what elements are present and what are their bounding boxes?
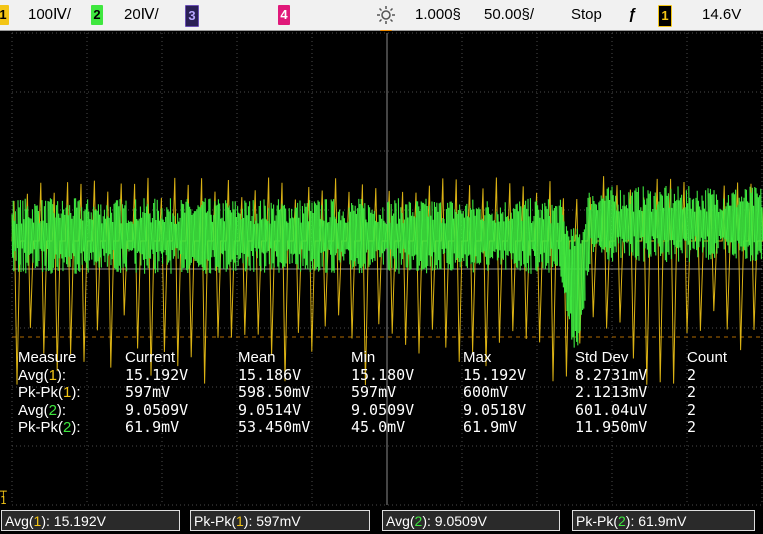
measure-value: 15.186V — [238, 365, 302, 384]
status-bar: 1 100Ⅳ/ 2 20Ⅳ/ 3 4 1.000§ 50.00§/ Stop ƒ… — [0, 0, 763, 31]
readout-value: ): 9.0509V — [422, 513, 487, 529]
channel-1-badge[interactable]: 1 — [0, 5, 9, 25]
trigger-source-badge[interactable]: 1 — [658, 5, 672, 27]
measure-value: 11.950mV — [575, 418, 648, 436]
channel-3-badge[interactable]: 3 — [185, 5, 199, 27]
measure-row-label[interactable]: Pk-Pk(2): — [18, 419, 81, 436]
measure-value: 15.192V — [463, 365, 527, 384]
measure-value: 8.2731mV — [575, 365, 648, 384]
measure-header: Mean — [238, 349, 276, 366]
measure-value: 53.450mV — [238, 418, 311, 436]
measure-value: 2 — [687, 418, 697, 436]
measure-value: 2.1213mV — [575, 383, 648, 401]
measurement-readout[interactable]: Avg(1): 15.192V — [1, 510, 180, 531]
label-prefix: Avg( — [18, 366, 49, 384]
measure-value: 45.0mV — [351, 418, 406, 436]
measurement-bar: Avg(1): 15.192V Pk-Pk(1): 597mV Avg(2): 9.… — [0, 508, 763, 534]
channel-1-scale[interactable]: 100Ⅳ/ — [28, 0, 71, 30]
sun-icon — [377, 6, 395, 24]
measure-value: 2 — [687, 383, 697, 401]
label-suffix: ): — [56, 401, 67, 419]
channel-4-badge[interactable]: 4 — [278, 5, 290, 25]
label-prefix: Avg( — [18, 401, 49, 419]
measure-value: 597mV — [125, 383, 171, 401]
label-prefix: Pk-Pk( — [18, 384, 63, 401]
measurement-readout[interactable]: Pk-Pk(1): 597mV — [190, 510, 370, 531]
label-channel: 1 — [48, 366, 57, 384]
measure-value: 2 — [687, 400, 697, 419]
label-suffix: ): — [71, 419, 81, 436]
readout-prefix: Avg( — [386, 513, 415, 529]
measure-value: 9.0509V — [125, 400, 189, 419]
measure-value: 597mV — [351, 383, 397, 401]
measure-value: 9.0518V — [463, 400, 527, 419]
measure-value: 15.180V — [351, 365, 415, 384]
label-suffix: ): — [56, 366, 67, 384]
trigger-level[interactable]: 14.6V — [702, 0, 741, 30]
timebase-scale[interactable]: 50.00§/ — [484, 0, 534, 30]
measure-header: Std Dev — [575, 349, 629, 366]
readout-prefix: Pk-Pk( — [194, 513, 236, 529]
run-state[interactable]: Stop — [571, 0, 602, 30]
measure-value: 15.192V — [125, 365, 189, 384]
measure-header: Current — [125, 349, 176, 366]
measure-row-label[interactable]: Avg(2): — [18, 402, 66, 419]
channel-2-badge[interactable]: 2 — [91, 5, 103, 25]
measure-value: 600mV — [463, 383, 509, 401]
measure-row-label[interactable]: Pk-Pk(1): — [18, 384, 81, 401]
ground-marker-icon[interactable]: ┬ 1 — [0, 486, 10, 506]
measure-value: 2 — [687, 365, 697, 384]
measure-header: Min — [351, 349, 376, 366]
label-suffix: ): — [71, 384, 81, 401]
readout-value: ): 597mV — [243, 513, 301, 529]
readout-value: ): 15.192V — [41, 513, 106, 529]
rising-edge-icon[interactable]: ƒ — [628, 0, 636, 30]
measure-value: 61.9mV — [463, 418, 518, 436]
readout-channel: 2 — [618, 513, 626, 529]
readout-value: ): 61.9mV — [625, 513, 687, 529]
channel-2-scale[interactable]: 20Ⅳ/ — [124, 0, 159, 30]
measure-value: 9.0514V — [238, 400, 302, 419]
measure-header: Count — [687, 349, 728, 366]
measure-value: 61.9mV — [125, 418, 180, 436]
timebase-delay[interactable]: 1.000§ — [415, 0, 461, 30]
measure-row-label[interactable]: Avg(1): — [18, 367, 66, 384]
measurement-readout[interactable]: Pk-Pk(2): 61.9mV — [572, 510, 755, 531]
measure-value: 598.50mV — [238, 383, 311, 401]
measure-value: 9.0509V — [351, 400, 415, 419]
readout-prefix: Avg( — [5, 513, 34, 529]
measure-header: Max — [463, 349, 492, 366]
readout-prefix: Pk-Pk( — [576, 513, 618, 529]
measurement-readout[interactable]: Avg(2): 9.0509V — [382, 510, 560, 531]
measure-header: Measure — [18, 349, 77, 366]
label-channel: 2 — [48, 401, 57, 419]
readout-channel: 1 — [236, 513, 244, 529]
label-prefix: Pk-Pk( — [18, 419, 63, 436]
measure-value: 601.04uV — [575, 400, 648, 419]
